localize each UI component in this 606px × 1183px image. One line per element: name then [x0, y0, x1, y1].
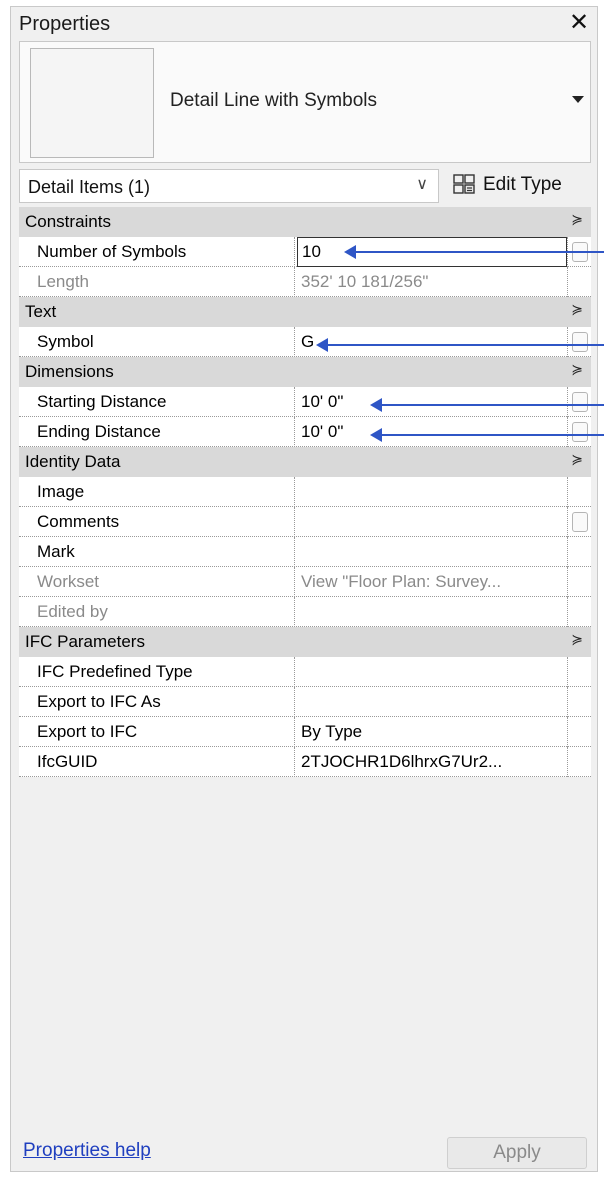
- collapse-icon[interactable]: ≽: [571, 361, 583, 378]
- arrow-head-icon: [370, 398, 382, 412]
- collapse-icon[interactable]: ≽: [571, 631, 583, 648]
- starting-distance-input[interactable]: 10' 0": [297, 387, 567, 417]
- properties-palette: Properties ✕ Detail Line with Symbols De…: [10, 6, 598, 1172]
- symbol-input[interactable]: G: [297, 327, 567, 357]
- properties-grid: Constraints ≽ Number of Symbols 10 Lengt…: [19, 207, 591, 777]
- parameter-icon: [572, 512, 588, 532]
- param-name: Comments: [19, 507, 295, 537]
- annotation-arrow: [370, 398, 604, 412]
- arrow-head-icon: [370, 428, 382, 442]
- ending-distance-input[interactable]: 10' 0": [297, 417, 567, 447]
- param-name: Mark: [19, 537, 295, 567]
- export-to-ifc-select[interactable]: By Type: [297, 717, 567, 747]
- caret-down-icon[interactable]: [572, 96, 584, 103]
- arrow-head-icon: [316, 338, 328, 352]
- palette-title: Properties: [19, 13, 111, 35]
- param-workset: Workset View "Floor Plan: Survey...: [19, 567, 591, 597]
- type-selector[interactable]: Detail Line with Symbols: [19, 41, 591, 163]
- edit-type-icon: [453, 174, 475, 194]
- param-image[interactable]: Image: [19, 477, 591, 507]
- element-filter-dropdown[interactable]: Detail Items (1) ∨: [19, 169, 439, 203]
- arrow-head-icon: [344, 245, 356, 259]
- param-name: IFC Predefined Type: [19, 657, 295, 687]
- group-label: Constraints: [25, 212, 111, 231]
- param-name: Ending Distance: [19, 417, 295, 447]
- title-bar: Properties ✕: [11, 7, 597, 41]
- parameter-icon: [572, 392, 588, 412]
- param-symbol[interactable]: Symbol G: [19, 327, 591, 357]
- param-length: Length 352' 10 181/256": [19, 267, 591, 297]
- associate-parameter-button[interactable]: [567, 507, 591, 537]
- parameter-icon: [572, 332, 588, 352]
- param-name: Starting Distance: [19, 387, 295, 417]
- param-name: Edited by: [19, 597, 295, 627]
- collapse-icon[interactable]: ≽: [571, 451, 583, 468]
- parameter-icon: [572, 422, 588, 442]
- annotation-arrow: [344, 245, 604, 259]
- image-input[interactable]: [297, 477, 567, 507]
- param-name: Image: [19, 477, 295, 507]
- group-label: IFC Parameters: [25, 632, 145, 651]
- param-button-cell: [567, 717, 591, 747]
- type-name: Detail Line with Symbols: [170, 90, 377, 111]
- filter-value: Detail Items (1): [28, 177, 151, 197]
- group-label: Text: [25, 302, 57, 321]
- edit-type-label: Edit Type: [483, 174, 562, 195]
- comments-input[interactable]: [297, 507, 567, 537]
- param-ifc-predefined-type[interactable]: IFC Predefined Type: [19, 657, 591, 687]
- param-button-cell: [567, 597, 591, 627]
- length-value: 352' 10 181/256": [301, 272, 429, 291]
- param-name: IfcGUID: [19, 747, 295, 777]
- group-ifc-parameters[interactable]: IFC Parameters ≽: [19, 627, 591, 657]
- param-name: Workset: [19, 567, 295, 597]
- export-to-ifc-as-input[interactable]: [297, 687, 567, 717]
- param-button-cell: [567, 537, 591, 567]
- group-dimensions[interactable]: Dimensions ≽: [19, 357, 591, 387]
- footer: Properties help Apply: [19, 1137, 591, 1171]
- associate-parameter-button[interactable]: [567, 327, 591, 357]
- param-name: Length: [19, 267, 295, 297]
- group-text[interactable]: Text ≽: [19, 297, 591, 327]
- close-icon[interactable]: ✕: [565, 9, 593, 37]
- param-mark[interactable]: Mark: [19, 537, 591, 567]
- ifcguid-input[interactable]: 2TJOCHR1D6lhrxG7Ur2...: [297, 747, 567, 777]
- param-name: Export to IFC: [19, 717, 295, 747]
- associate-parameter-button[interactable]: [567, 387, 591, 417]
- param-button-cell: [567, 567, 591, 597]
- group-label: Dimensions: [25, 362, 114, 381]
- param-name: Number of Symbols: [19, 237, 295, 267]
- collapse-icon[interactable]: ≽: [571, 301, 583, 318]
- properties-help-link[interactable]: Properties help: [23, 1140, 151, 1162]
- param-button-cell: [567, 657, 591, 687]
- param-edited-by: Edited by: [19, 597, 591, 627]
- type-preview-image: [30, 48, 154, 158]
- param-button-cell: [567, 267, 591, 297]
- apply-button[interactable]: Apply: [447, 1137, 587, 1169]
- param-ending-distance[interactable]: Ending Distance 10' 0": [19, 417, 591, 447]
- annotation-arrow: [370, 428, 604, 442]
- param-ifcguid[interactable]: IfcGUID 2TJOCHR1D6lhrxG7Ur2...: [19, 747, 591, 777]
- chevron-down-icon: ∨: [416, 176, 428, 193]
- edited-by-value: [297, 597, 567, 627]
- group-label: Identity Data: [25, 452, 121, 471]
- associate-parameter-button[interactable]: [567, 417, 591, 447]
- group-constraints[interactable]: Constraints ≽: [19, 207, 591, 237]
- param-button-cell: [567, 747, 591, 777]
- mark-input[interactable]: [297, 537, 567, 567]
- param-name: Export to IFC As: [19, 687, 295, 717]
- param-button-cell: [567, 687, 591, 717]
- ifc-predefined-type-input[interactable]: [297, 657, 567, 687]
- annotation-arrow: [316, 338, 604, 352]
- param-name: Symbol: [19, 327, 295, 357]
- param-export-to-ifc-as[interactable]: Export to IFC As: [19, 687, 591, 717]
- group-identity-data[interactable]: Identity Data ≽: [19, 447, 591, 477]
- param-button-cell: [567, 477, 591, 507]
- workset-value: View "Floor Plan: Survey...: [301, 572, 502, 591]
- collapse-icon[interactable]: ≽: [571, 211, 583, 228]
- param-comments[interactable]: Comments: [19, 507, 591, 537]
- param-export-to-ifc[interactable]: Export to IFC By Type: [19, 717, 591, 747]
- param-starting-distance[interactable]: Starting Distance 10' 0": [19, 387, 591, 417]
- edit-type-button[interactable]: Edit Type: [451, 169, 595, 203]
